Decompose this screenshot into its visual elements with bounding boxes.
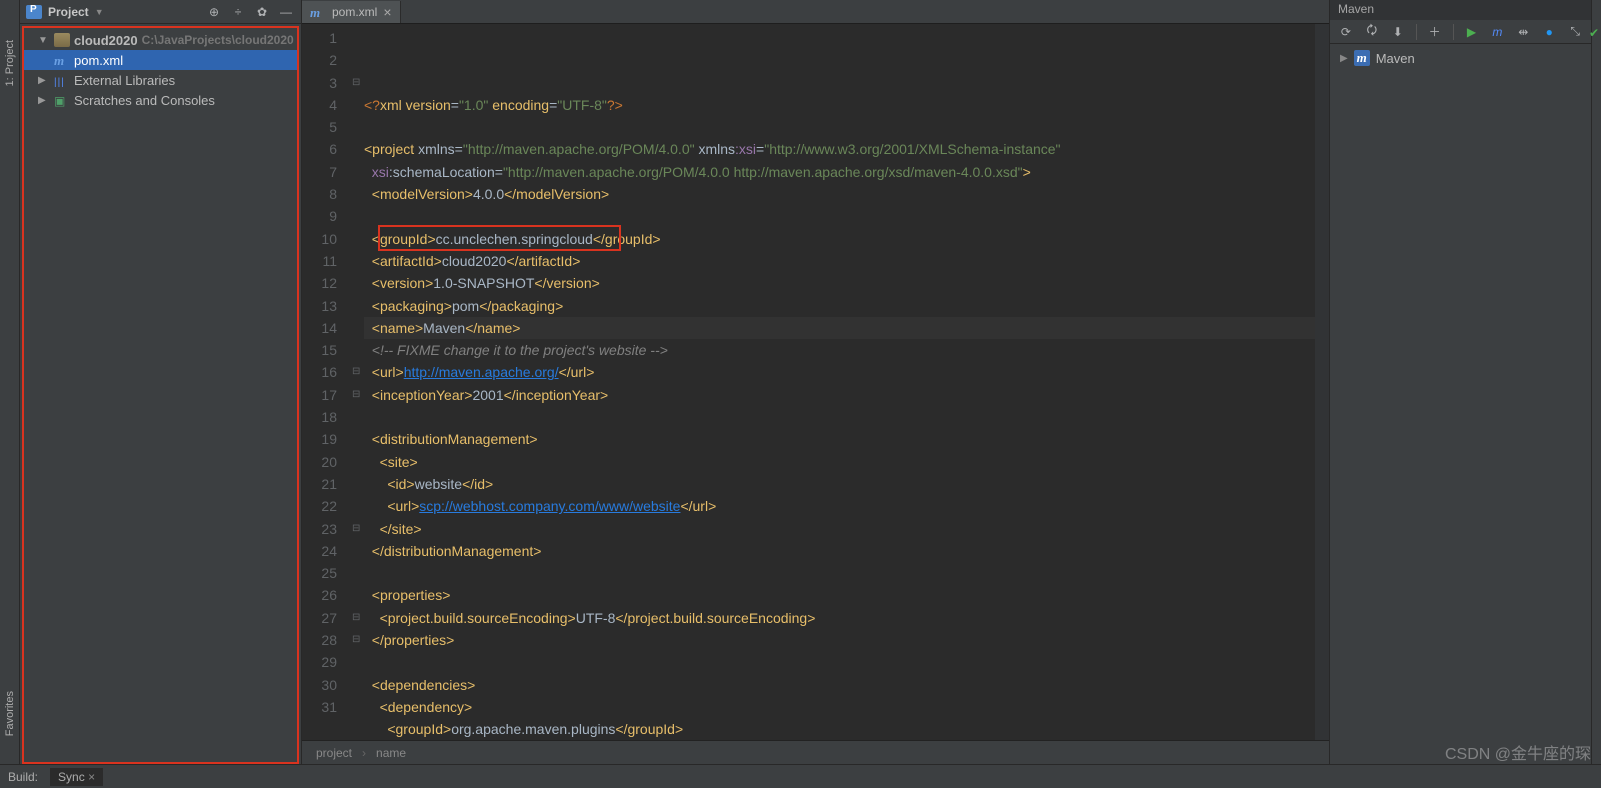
hide-icon[interactable]: — [277, 3, 295, 21]
add-icon[interactable]: ＋ [1427, 23, 1443, 41]
toggle-offline-icon[interactable]: ⇹ [1515, 23, 1531, 41]
project-tree[interactable]: ▼ cloud2020 C:\JavaProjects\cloud2020 po… [22, 26, 299, 764]
dropdown-icon[interactable]: ▼ [95, 7, 104, 17]
editor-body[interactable]: 1234567891011121314151617181920212223242… [302, 24, 1329, 740]
tree-file-label: pom.xml [74, 53, 123, 68]
editor-tabs: pom.xml × [302, 0, 1329, 24]
maven-file-icon [54, 53, 70, 67]
breadcrumb-bar[interactable]: project › name [302, 740, 1329, 764]
crumb-sep-icon: › [362, 746, 366, 760]
chevron-down-icon[interactable]: ▼ [38, 35, 50, 46]
status-bar: Build: Sync × [0, 764, 1601, 788]
maven-file-icon [310, 5, 326, 19]
folder-icon [54, 33, 70, 47]
close-icon[interactable]: × [383, 4, 391, 20]
maven-root-node[interactable]: ▶ Maven [1334, 48, 1587, 68]
tree-item-label: External Libraries [74, 73, 175, 88]
tree-root-path: C:\JavaProjects\cloud2020 [142, 33, 294, 47]
code-view[interactable]: <?xml version="1.0" encoding="UTF-8"?> <… [364, 24, 1315, 740]
side-tab-project[interactable]: 1: Project [4, 40, 16, 86]
tree-root[interactable]: ▼ cloud2020 C:\JavaProjects\cloud2020 [24, 30, 297, 50]
crumb-project[interactable]: project [316, 746, 352, 760]
run-icon[interactable]: ▶ [1463, 23, 1479, 41]
project-title[interactable]: Project [48, 5, 89, 19]
status-build-label[interactable]: Build: [8, 770, 38, 784]
tab-pomxml[interactable]: pom.xml × [302, 1, 401, 23]
editor-scrollbar-track[interactable]: ✔ [1315, 24, 1329, 740]
target-icon[interactable]: ⊕ [205, 3, 223, 21]
chevron-right-icon[interactable]: ▶ [1340, 53, 1348, 64]
left-gutter-bar: 1: Project Favorites [0, 0, 20, 764]
maven-projects-tree[interactable]: ▶ Maven [1330, 44, 1591, 764]
line-gutter: 1234567891011121314151617181920212223242… [302, 24, 352, 740]
tree-external-libs[interactable]: ▶ External Libraries [24, 70, 297, 90]
settings-icon[interactable]: ✿ [253, 3, 271, 21]
scratch-icon [54, 93, 70, 107]
tab-label: pom.xml [332, 5, 377, 19]
status-sync-tab[interactable]: Sync × [50, 768, 103, 786]
editor-area: pom.xml × 123456789101112131415161718192… [302, 0, 1329, 764]
maven-tool-window: Maven ⟳ 🗘 ⬇ ＋ ▶ m ⇹ ● ⤡ ▶ Maven [1329, 0, 1591, 764]
tree-root-name: cloud2020 [74, 33, 138, 48]
chevron-right-icon[interactable]: ▶ [38, 75, 50, 86]
close-icon[interactable]: × [88, 770, 95, 784]
reload-icon[interactable]: ⟳ [1338, 23, 1354, 41]
maven-toolbar: ⟳ 🗘 ⬇ ＋ ▶ m ⇹ ● ⤡ [1330, 20, 1591, 44]
library-icon [54, 73, 70, 87]
collapse-icon[interactable]: ÷ [229, 3, 247, 21]
collapse-all-icon[interactable]: ⤡ [1567, 23, 1583, 41]
maven-title[interactable]: Maven [1330, 0, 1591, 20]
fold-column[interactable]: ⊟⊟⊟⊟⊟⊟ [352, 24, 364, 740]
crumb-name[interactable]: name [376, 746, 406, 760]
tree-scratches[interactable]: ▶ Scratches and Consoles [24, 90, 297, 110]
project-header: Project ▼ ⊕ ÷ ✿ — [20, 0, 301, 24]
chevron-right-icon[interactable]: ▶ [38, 95, 50, 106]
maven-root-label: Maven [1376, 51, 1415, 66]
download-icon[interactable]: ⬇ [1390, 23, 1406, 41]
generate-sources-icon[interactable]: 🗘 [1364, 23, 1380, 41]
side-tab-favorites[interactable]: Favorites [4, 691, 16, 736]
execute-goal-icon[interactable]: m [1489, 23, 1505, 41]
right-gutter-bar [1591, 0, 1601, 764]
tree-item-label: Scratches and Consoles [74, 93, 215, 108]
tree-file-pomxml[interactable]: pom.xml [24, 50, 297, 70]
project-icon [26, 5, 42, 19]
project-tool-window: Project ▼ ⊕ ÷ ✿ — ▼ cloud2020 C:\JavaPro… [20, 0, 302, 764]
maven-module-icon [1354, 50, 1370, 66]
toggle-skip-tests-icon[interactable]: ● [1541, 23, 1557, 41]
